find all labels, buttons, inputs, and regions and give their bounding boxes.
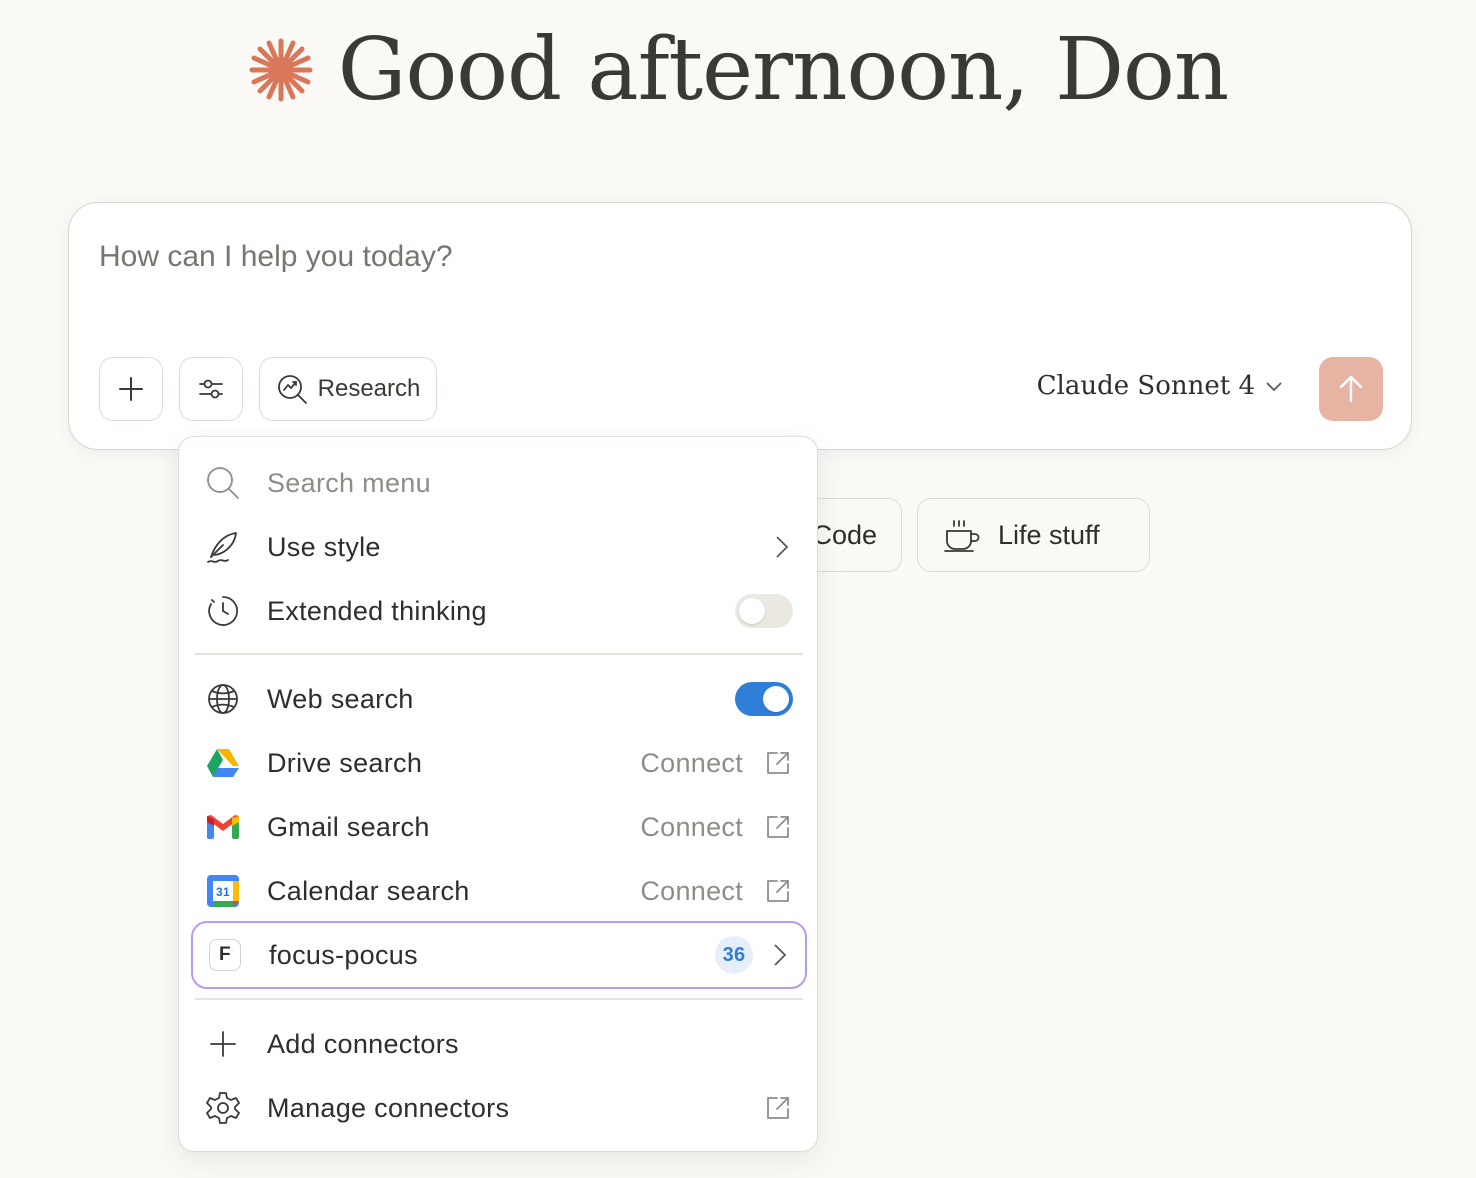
search-menu-input[interactable] [267, 467, 795, 499]
tools-menu: Use style Extended thinking [178, 436, 818, 1152]
connect-link[interactable]: Connect [640, 748, 743, 779]
extended-thinking-toggle[interactable] [735, 594, 793, 628]
connect-link[interactable]: Connect [640, 812, 743, 843]
menu-item-label: Web search [267, 683, 414, 714]
menu-item-label: Extended thinking [267, 595, 487, 626]
google-drive-icon [203, 743, 243, 783]
app-page: Good afternoon, Don How can I help you t… [0, 0, 1476, 1178]
menu-item-label: Add connectors [267, 1028, 459, 1059]
menu-item-label: Use style [267, 531, 381, 562]
composer: Research Claude Sonnet 4 [68, 202, 1412, 450]
external-link-icon [767, 1097, 789, 1119]
connect-link[interactable]: Connect [640, 876, 743, 907]
menu-item-drive-search[interactable]: Drive search Connect [191, 731, 807, 795]
tools-button[interactable] [179, 357, 243, 421]
chip-life-stuff[interactable]: Life stuff [917, 498, 1150, 572]
menu-item-add-connectors[interactable]: Add connectors [191, 1012, 807, 1076]
menu-item-web-search[interactable]: Web search [191, 667, 807, 731]
menu-divider [195, 653, 803, 655]
spark-icon [248, 37, 314, 103]
prompt-input[interactable] [99, 235, 1299, 279]
chevron-down-icon [1266, 382, 1282, 392]
research-button[interactable]: Research [259, 357, 437, 421]
plus-icon [119, 377, 143, 401]
research-icon [277, 375, 307, 404]
menu-search [191, 451, 807, 515]
google-calendar-icon: 31 [203, 871, 243, 911]
model-selector[interactable]: Claude Sonnet 4 [1037, 371, 1283, 401]
gear-icon [203, 1088, 243, 1128]
menu-item-label: Calendar search [267, 875, 470, 906]
chip-label: Code [812, 519, 877, 550]
connector-tile-icon: F [205, 935, 245, 975]
web-search-toggle[interactable] [735, 682, 793, 716]
coffee-cup-icon [944, 520, 980, 552]
menu-item-label: Manage connectors [267, 1092, 510, 1123]
plus-icon [203, 1024, 243, 1064]
greeting-text: Good afternoon, Don [337, 20, 1229, 120]
add-attachment-button[interactable] [99, 357, 163, 421]
external-link-icon [767, 752, 789, 774]
search-icon [203, 463, 243, 503]
menu-item-label: Drive search [267, 747, 423, 778]
chip-label: Life stuff [998, 519, 1100, 550]
arrow-up-icon [1339, 375, 1363, 403]
chevron-right-icon [776, 536, 789, 558]
menu-item-extended-thinking[interactable]: Extended thinking [191, 579, 807, 643]
menu-item-use-style[interactable]: Use style [191, 515, 807, 579]
menu-item-label: focus-pocus [269, 939, 418, 970]
menu-item-focus-pocus[interactable]: F focus-pocus 36 [191, 921, 807, 989]
menu-item-gmail-search[interactable]: Gmail search Connect [191, 795, 807, 859]
menu-item-label: Gmail search [267, 811, 430, 842]
gmail-icon [203, 807, 243, 847]
menu-divider [195, 998, 803, 1000]
model-label: Claude Sonnet 4 [1036, 371, 1255, 401]
quill-icon [203, 527, 243, 567]
sliders-icon [199, 379, 223, 399]
menu-item-calendar-search[interactable]: 31 Calendar search Connect [191, 859, 807, 923]
send-button[interactable] [1319, 357, 1383, 421]
greeting: Good afternoon, Don [0, 22, 1476, 118]
connector-letter: F [209, 939, 241, 971]
calendar-icon-text: 31 [216, 885, 230, 899]
clock-icon [203, 591, 243, 631]
research-label: Research [317, 375, 421, 402]
globe-icon [203, 679, 243, 719]
tool-count-badge: 36 [715, 936, 753, 974]
external-link-icon [767, 880, 789, 902]
menu-item-manage-connectors[interactable]: Manage connectors [191, 1076, 807, 1140]
chevron-right-icon [774, 944, 787, 966]
external-link-icon [767, 816, 789, 838]
